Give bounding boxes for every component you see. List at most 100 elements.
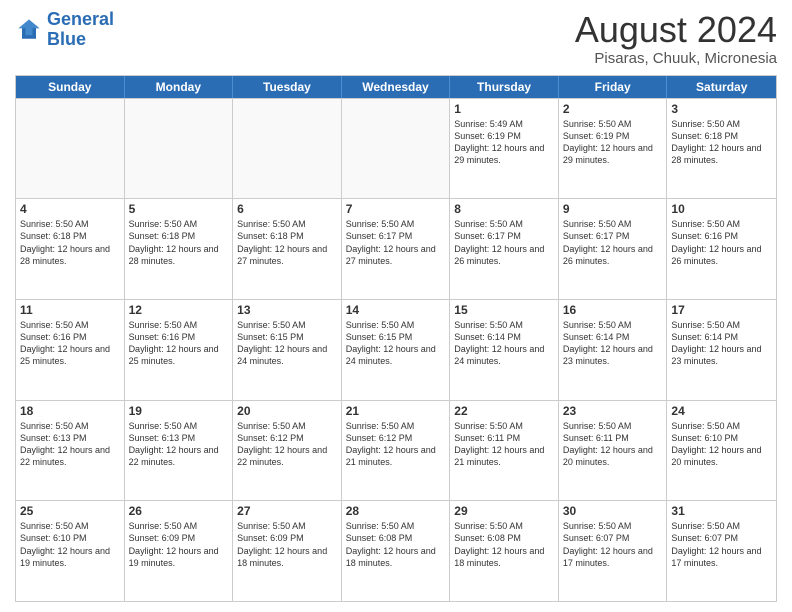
day-detail: Sunrise: 5:50 AMSunset: 6:16 PMDaylight:…	[671, 218, 772, 267]
day-number: 2	[563, 102, 663, 116]
calendar-row: 11 Sunrise: 5:50 AMSunset: 6:16 PMDayligh…	[16, 299, 776, 400]
calendar-row: 1Sunrise: 5:49 AMSunset: 6:19 PMDaylight…	[16, 98, 776, 199]
logo-line1: General	[47, 9, 114, 29]
day-detail: Sunrise: 5:50 AMSunset: 6:07 PMDaylight:…	[563, 520, 663, 569]
day-detail: Sunrise: 5:50 AMSunset: 6:17 PMDaylight:…	[563, 218, 663, 267]
calendar-cell: 6Sunrise: 5:50 AMSunset: 6:18 PMDaylight…	[233, 199, 342, 299]
day-detail: Sunrise: 5:50 AMSunset: 6:14 PMDaylight:…	[563, 319, 663, 368]
day-number: 16	[563, 303, 663, 317]
calendar-cell: 1Sunrise: 5:49 AMSunset: 6:19 PMDaylight…	[450, 99, 559, 199]
calendar-body: 1Sunrise: 5:49 AMSunset: 6:19 PMDaylight…	[16, 98, 776, 601]
day-number: 28	[346, 504, 446, 518]
day-detail: Sunrise: 5:50 AMSunset: 6:16 PMDaylight:…	[20, 319, 120, 368]
day-number: 9	[563, 202, 663, 216]
day-detail: Sunrise: 5:50 AMSunset: 6:16 PMDaylight:…	[129, 319, 229, 368]
day-number: 1	[454, 102, 554, 116]
calendar-cell: 11 Sunrise: 5:50 AMSunset: 6:16 PMDayligh…	[16, 300, 125, 400]
calendar-cell	[233, 99, 342, 199]
day-number: 13	[237, 303, 337, 317]
weekday-header: Wednesday	[342, 76, 451, 98]
calendar-cell: 18Sunrise: 5:50 AMSunset: 6:13 PMDayligh…	[16, 401, 125, 501]
title-block: August 2024 Pisaras, Chuuk, Micronesia	[575, 10, 777, 67]
calendar-cell: 20 Sunrise: 5:50 AMSunset: 6:12 PMDayligh…	[233, 401, 342, 501]
day-number: 22	[454, 404, 554, 418]
day-number: 11	[20, 303, 120, 317]
day-detail: Sunrise: 5:50 AMSunset: 6:09 PMDaylight:…	[237, 520, 337, 569]
day-detail: Sunrise: 5:50 AMSunset: 6:12 PMDaylight:…	[346, 420, 446, 469]
calendar-cell: 21 Sunrise: 5:50 AMSunset: 6:12 PMDayligh…	[342, 401, 451, 501]
day-detail: Sunrise: 5:50 AMSunset: 6:17 PMDaylight:…	[346, 218, 446, 267]
day-number: 26	[129, 504, 229, 518]
calendar-row: 18Sunrise: 5:50 AMSunset: 6:13 PMDayligh…	[16, 400, 776, 501]
calendar-cell: 30 Sunrise: 5:50 AMSunset: 6:07 PMDayligh…	[559, 501, 668, 601]
day-detail: Sunrise: 5:50 AMSunset: 6:18 PMDaylight:…	[129, 218, 229, 267]
weekday-header: Thursday	[450, 76, 559, 98]
calendar-cell: 9 Sunrise: 5:50 AMSunset: 6:17 PMDaylight…	[559, 199, 668, 299]
day-number: 5	[129, 202, 229, 216]
day-number: 30	[563, 504, 663, 518]
calendar: SundayMondayTuesdayWednesdayThursdayFrid…	[15, 75, 777, 602]
day-number: 8	[454, 202, 554, 216]
day-detail: Sunrise: 5:50 AMSunset: 6:15 PMDaylight:…	[237, 319, 337, 368]
day-number: 17	[671, 303, 772, 317]
day-detail: Sunrise: 5:50 AMSunset: 6:18 PMDaylight:…	[671, 118, 772, 167]
calendar-cell: 16 Sunrise: 5:50 AMSunset: 6:14 PMDayligh…	[559, 300, 668, 400]
calendar-cell: 2Sunrise: 5:50 AMSunset: 6:19 PMDaylight…	[559, 99, 668, 199]
logo: General Blue	[15, 10, 114, 50]
day-detail: Sunrise: 5:50 AMSunset: 6:07 PMDaylight:…	[671, 520, 772, 569]
day-number: 23	[563, 404, 663, 418]
day-detail: Sunrise: 5:50 AMSunset: 6:14 PMDaylight:…	[671, 319, 772, 368]
calendar-cell: 28 Sunrise: 5:50 AMSunset: 6:08 PMDayligh…	[342, 501, 451, 601]
day-detail: Sunrise: 5:50 AMSunset: 6:11 PMDaylight:…	[454, 420, 554, 469]
day-number: 27	[237, 504, 337, 518]
header: General Blue August 2024 Pisaras, Chuuk,…	[15, 10, 777, 67]
calendar-cell: 19 Sunrise: 5:50 AMSunset: 6:13 PMDayligh…	[125, 401, 234, 501]
calendar-cell: 5 Sunrise: 5:50 AMSunset: 6:18 PMDaylight…	[125, 199, 234, 299]
day-number: 15	[454, 303, 554, 317]
calendar-row: 4 Sunrise: 5:50 AMSunset: 6:18 PMDaylight…	[16, 198, 776, 299]
calendar-cell: 10 Sunrise: 5:50 AMSunset: 6:16 PMDayligh…	[667, 199, 776, 299]
calendar-cell: 25Sunrise: 5:50 AMSunset: 6:10 PMDayligh…	[16, 501, 125, 601]
calendar-cell: 27 Sunrise: 5:50 AMSunset: 6:09 PMDayligh…	[233, 501, 342, 601]
calendar-cell: 13 Sunrise: 5:50 AMSunset: 6:15 PMDayligh…	[233, 300, 342, 400]
day-detail: Sunrise: 5:50 AMSunset: 6:10 PMDaylight:…	[671, 420, 772, 469]
calendar-cell: 29Sunrise: 5:50 AMSunset: 6:08 PMDayligh…	[450, 501, 559, 601]
day-number: 3	[671, 102, 772, 116]
day-number: 20	[237, 404, 337, 418]
day-number: 21	[346, 404, 446, 418]
logo-icon	[15, 16, 43, 44]
calendar-row: 25Sunrise: 5:50 AMSunset: 6:10 PMDayligh…	[16, 500, 776, 601]
day-detail: Sunrise: 5:50 AMSunset: 6:08 PMDaylight:…	[346, 520, 446, 569]
day-detail: Sunrise: 5:50 AMSunset: 6:17 PMDaylight:…	[454, 218, 554, 267]
logo-text: General Blue	[47, 10, 114, 50]
day-number: 7	[346, 202, 446, 216]
calendar-cell: 4 Sunrise: 5:50 AMSunset: 6:18 PMDaylight…	[16, 199, 125, 299]
day-detail: Sunrise: 5:50 AMSunset: 6:14 PMDaylight:…	[454, 319, 554, 368]
month-title: August 2024	[575, 10, 777, 50]
calendar-cell: 31 Sunrise: 5:50 AMSunset: 6:07 PMDayligh…	[667, 501, 776, 601]
calendar-cell: 17 Sunrise: 5:50 AMSunset: 6:14 PMDayligh…	[667, 300, 776, 400]
calendar-cell: 14 Sunrise: 5:50 AMSunset: 6:15 PMDayligh…	[342, 300, 451, 400]
page: General Blue August 2024 Pisaras, Chuuk,…	[0, 0, 792, 612]
day-number: 31	[671, 504, 772, 518]
weekday-header: Sunday	[16, 76, 125, 98]
day-detail: Sunrise: 5:50 AMSunset: 6:13 PMDaylight:…	[20, 420, 120, 469]
calendar-cell: 12Sunrise: 5:50 AMSunset: 6:16 PMDayligh…	[125, 300, 234, 400]
day-detail: Sunrise: 5:50 AMSunset: 6:18 PMDaylight:…	[20, 218, 120, 267]
weekday-header: Tuesday	[233, 76, 342, 98]
day-detail: Sunrise: 5:50 AMSunset: 6:10 PMDaylight:…	[20, 520, 120, 569]
calendar-cell: 26Sunrise: 5:50 AMSunset: 6:09 PMDayligh…	[125, 501, 234, 601]
day-number: 10	[671, 202, 772, 216]
day-detail: Sunrise: 5:50 AMSunset: 6:15 PMDaylight:…	[346, 319, 446, 368]
calendar-header: SundayMondayTuesdayWednesdayThursdayFrid…	[16, 76, 776, 98]
day-number: 19	[129, 404, 229, 418]
day-number: 29	[454, 504, 554, 518]
day-detail: Sunrise: 5:50 AMSunset: 6:18 PMDaylight:…	[237, 218, 337, 267]
weekday-header: Saturday	[667, 76, 776, 98]
calendar-cell	[16, 99, 125, 199]
day-detail: Sunrise: 5:50 AMSunset: 6:13 PMDaylight:…	[129, 420, 229, 469]
day-number: 4	[20, 202, 120, 216]
day-number: 14	[346, 303, 446, 317]
calendar-cell: 7 Sunrise: 5:50 AMSunset: 6:17 PMDaylight…	[342, 199, 451, 299]
day-detail: Sunrise: 5:50 AMSunset: 6:12 PMDaylight:…	[237, 420, 337, 469]
